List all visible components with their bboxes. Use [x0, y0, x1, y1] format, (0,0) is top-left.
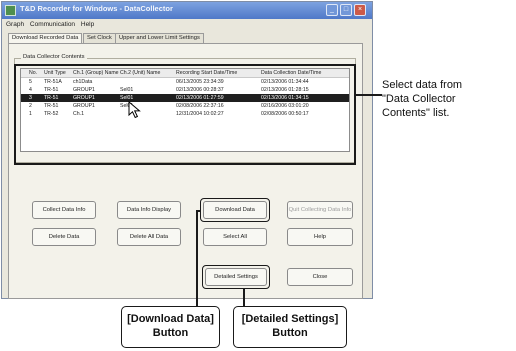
row-cell: 2: [29, 103, 32, 109]
menu-graph[interactable]: Graph: [6, 19, 24, 30]
mouse-cursor-icon: [128, 101, 141, 119]
detailed-settings-label: [Detailed Settings] Button: [233, 306, 347, 348]
window-title: T&D Recorder for Windows - DataCollector: [20, 4, 173, 13]
column-header[interactable]: No.: [29, 69, 37, 77]
menu-help[interactable]: Help: [81, 19, 94, 30]
download-button-highlight: [200, 198, 270, 222]
menu-bar: Graph Communication Help: [2, 19, 372, 30]
row-cell: 12/31/2004 10:02:27: [176, 111, 224, 117]
column-header[interactable]: Recording Start Date/Time: [176, 69, 237, 77]
select-data-note: Select data from "Data Collector Content…: [382, 78, 516, 120]
row-cell: 02/13/2006 01:28:15: [261, 87, 309, 93]
delete-data-button[interactable]: Delete Data: [32, 228, 96, 246]
download-data-label: [Download Data] Button: [121, 306, 220, 348]
list-header: No. Unit Type Ch.1 (Group) Name Ch.2 (Un…: [21, 69, 349, 78]
row-cell: 06/13/2005 23:34:39: [176, 79, 224, 85]
close-button[interactable]: Close: [287, 268, 353, 286]
title-bar: T&D Recorder for Windows - DataCollector…: [2, 2, 372, 19]
row-cell: TR-51A: [44, 79, 62, 85]
column-header[interactable]: Ch.1 (Group) Name: [73, 69, 119, 77]
row-cell: Ch.1: [73, 111, 84, 117]
label-line: Button: [152, 327, 189, 339]
label-line: Button: [272, 327, 308, 339]
row-cell: GROUP1: [73, 87, 95, 93]
row-cell: 02/08/2006 22:37:16: [176, 103, 224, 109]
help-button[interactable]: Help: [287, 228, 353, 246]
row-cell: GROUP1: [73, 103, 95, 109]
row-cell: 3: [29, 95, 32, 101]
note-line: Contents" list.: [382, 107, 450, 119]
column-header[interactable]: Unit Type: [44, 69, 66, 77]
note-line: "Data Collector: [382, 93, 456, 105]
column-header[interactable]: Ch.2 (Unit) Name: [120, 69, 160, 77]
delete-all-data-button[interactable]: Delete All Data: [117, 228, 181, 246]
tab-set-clock[interactable]: Set Clock: [83, 33, 116, 43]
row-cell: 02/13/2006 01:34:15: [261, 95, 309, 101]
row-cell: TR-51: [44, 95, 59, 101]
close-window-button[interactable]: ×: [354, 4, 366, 16]
data-collector-list[interactable]: No. Unit Type Ch.1 (Group) Name Ch.2 (Un…: [20, 68, 350, 152]
list-row[interactable]: 4 TR-51 GROUP1 Sel01 02/13/2006 00:28:37…: [21, 86, 349, 94]
menu-communication[interactable]: Communication: [30, 19, 75, 30]
tab-limit-settings[interactable]: Upper and Lower Limit Settings: [115, 33, 204, 43]
detailed-settings-highlight: [202, 265, 270, 289]
app-icon: [5, 5, 16, 16]
list-row[interactable]: 1 TR-52 Ch.1 12/31/2004 10:02:27 02/08/2…: [21, 110, 349, 118]
list-row-selected[interactable]: 3 TR-51 GROUP1 Sel01 02/13/2006 01:27:59…: [21, 94, 349, 102]
row-cell: GROUP1: [73, 95, 95, 101]
callout-line-list: [356, 94, 382, 96]
row-cell: 02/13/2006 01:27:59: [176, 95, 224, 101]
row-cell: ch1Data: [73, 79, 93, 85]
group-label: Data Collector Contents: [21, 54, 87, 60]
callout-line-detailed: [243, 289, 245, 306]
minimize-button[interactable]: _: [326, 4, 338, 16]
collect-data-info-button[interactable]: Collect Data Info: [32, 201, 96, 219]
list-row[interactable]: 2 TR-51 GROUP1 Sel01 02/08/2006 22:37:16…: [21, 102, 349, 110]
row-cell: TR-51: [44, 87, 59, 93]
row-cell: 1: [29, 111, 32, 117]
row-cell: 02/16/2006 03:01:20: [261, 103, 309, 109]
row-cell: 5: [29, 79, 32, 85]
data-info-display-button[interactable]: Data Info Display: [117, 201, 181, 219]
row-cell: 02/08/2006 00:50:17: [261, 111, 309, 117]
row-cell: 02/13/2006 00:28:37: [176, 87, 224, 93]
column-header[interactable]: Data Collection Date/Time: [261, 69, 321, 77]
label-line: [Detailed Settings]: [241, 313, 339, 325]
note-line: Select data from: [382, 79, 463, 91]
row-cell: TR-51: [44, 103, 59, 109]
row-cell: 02/13/2006 01:34:44: [261, 79, 309, 85]
callout-line-download-v: [196, 210, 198, 306]
label-line: [Download Data]: [127, 313, 214, 325]
row-cell: TR-52: [44, 111, 59, 117]
maximize-button[interactable]: □: [340, 4, 352, 16]
list-row[interactable]: 5 TR-51A ch1Data 06/13/2005 23:34:39 02/…: [21, 78, 349, 86]
row-cell: 4: [29, 87, 32, 93]
row-cell: Sel01: [120, 87, 134, 93]
quit-collecting-button[interactable]: Quit Collecting Data Info: [287, 201, 353, 219]
select-all-button[interactable]: Select All: [203, 228, 267, 246]
